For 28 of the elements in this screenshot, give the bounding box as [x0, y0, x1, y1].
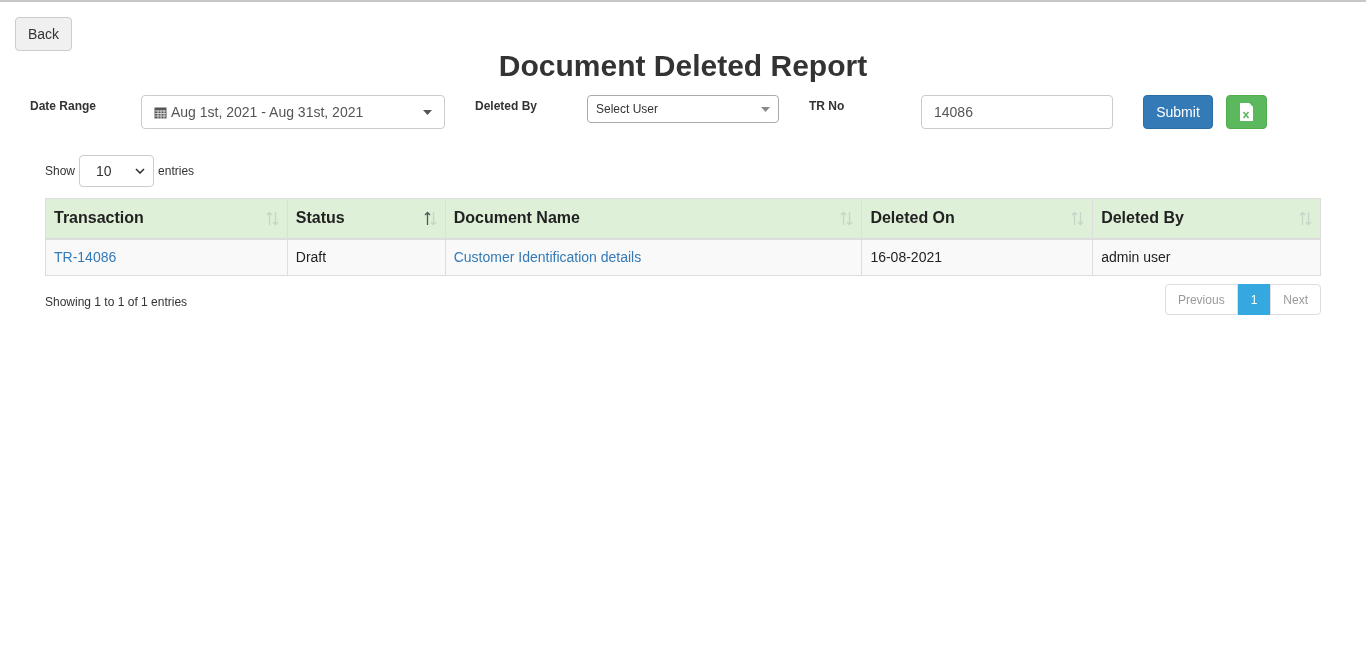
user-select[interactable]: Select User — [587, 95, 779, 123]
table-info: Showing 1 to 1 of 1 entries — [45, 294, 188, 311]
table-cell: Draft — [295, 248, 327, 265]
table-link[interactable]: TR-14086 — [54, 248, 117, 265]
date-range-picker[interactable]: Aug 1st, 2021 - Aug 31st, 2021 — [141, 95, 445, 129]
field-label: Date Range — [30, 98, 98, 115]
column-header[interactable]: Transaction — [45, 198, 288, 239]
table-cell: admin user — [1101, 248, 1171, 265]
caret-icon — [423, 109, 432, 115]
page-length-select[interactable]: 10 — [79, 155, 155, 187]
length-label: entries — [158, 163, 195, 180]
calendar-icon — [154, 105, 167, 119]
field-label: Deleted By — [475, 98, 539, 115]
submit-button[interactable]: Submit — [1143, 95, 1213, 129]
tr-no-field[interactable]: 14086 — [921, 95, 1113, 129]
length-label: Show — [45, 163, 76, 180]
page-title: Document Deleted Report — [498, 48, 868, 84]
excel-export-button[interactable] — [1226, 95, 1267, 129]
column-header[interactable]: Document Name — [445, 198, 862, 239]
column-header[interactable]: Deleted By — [1092, 198, 1321, 239]
chevron-icon — [135, 168, 146, 174]
column-header[interactable]: Status — [287, 198, 446, 239]
field-label: TR No — [809, 98, 846, 115]
back-button[interactable]: Back — [15, 17, 73, 51]
column-header[interactable]: Deleted On — [861, 198, 1093, 239]
spreadsheet-file-icon — [1239, 102, 1254, 122]
caret-icon — [761, 106, 770, 112]
table-cell: 16-08-2021 — [870, 248, 942, 265]
